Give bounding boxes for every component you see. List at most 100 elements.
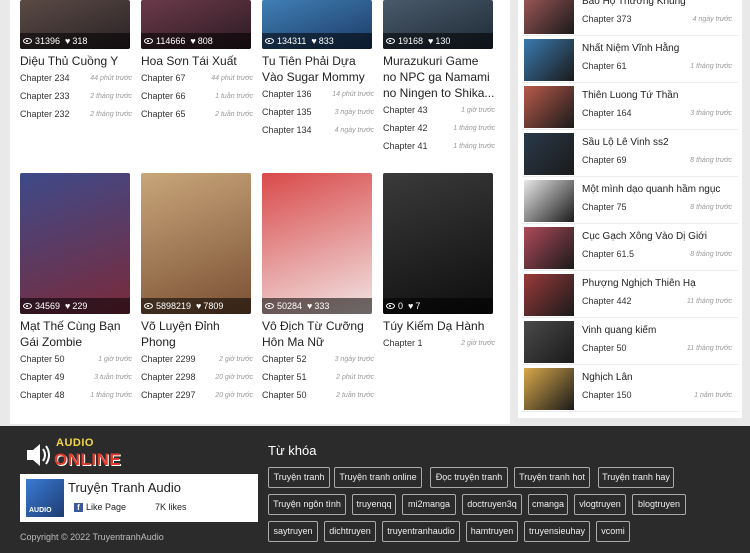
sidebar-title[interactable]: Nhất Niệm Vĩnh Hằng xyxy=(582,43,679,54)
manga-cover[interactable]: 0 ♥ 7 xyxy=(383,173,493,314)
sidebar-chapter[interactable]: Chapter 75 xyxy=(582,202,627,212)
manga-title[interactable]: Vô Địch Từ Cưỡng Hôn Ma Nữ xyxy=(262,318,374,350)
chapter-link[interactable]: Chapter 51 xyxy=(262,372,307,382)
chapter-link[interactable]: Chapter 41 xyxy=(383,141,428,151)
sidebar-thumbnail[interactable] xyxy=(524,368,574,410)
sidebar-thumbnail[interactable] xyxy=(524,180,574,222)
chapter-link[interactable]: Chapter 2298 xyxy=(141,372,196,382)
chapter-link[interactable]: Chapter 67 xyxy=(141,73,186,83)
manga-title[interactable]: Diệu Thủ Cuồng Y xyxy=(20,53,132,69)
chapter-link[interactable]: Chapter 234 xyxy=(20,73,70,83)
manga-card[interactable]: 5898219 ♥ 7809 Võ Luyện Đỉnh Phong Chapte… xyxy=(141,173,253,404)
chapter-link[interactable]: Chapter 49 xyxy=(20,372,65,382)
manga-title[interactable]: Mạt Thế Cùng Bạn Gái Zombie xyxy=(20,318,132,350)
sidebar-chapter[interactable]: Chapter 442 xyxy=(582,296,632,306)
manga-cover[interactable]: 31396 ♥ 318 xyxy=(20,0,130,49)
sidebar-title[interactable]: Thiên Luong Tứ Thần xyxy=(582,90,678,101)
manga-cover[interactable]: 5898219 ♥ 7809 xyxy=(141,173,251,314)
sidebar-thumbnail[interactable] xyxy=(524,274,574,316)
sidebar-chapter[interactable]: Chapter 61.5 xyxy=(582,249,634,259)
chapter-link[interactable]: Chapter 50 xyxy=(262,390,307,400)
chapter-link[interactable]: Chapter 233 xyxy=(20,91,70,101)
sidebar-title[interactable]: Sầu Lộ Lê Vinh ss2 xyxy=(582,137,669,148)
chapter-row[interactable]: Chapter 50 1 giờ trước xyxy=(20,350,132,368)
manga-card[interactable]: 31396 ♥ 318 Diệu Thủ Cuồng Y Chapter 234 4… xyxy=(20,0,132,123)
sidebar-item[interactable]: Một mình dạo quanh hầm ngục Chapter 75 8 t… xyxy=(522,178,738,224)
keyword-tag[interactable]: Truyện tranh online xyxy=(334,467,422,488)
chapter-link[interactable]: Chapter 1 xyxy=(383,338,423,348)
chapter-row[interactable]: Chapter 135 3 ngày trước xyxy=(262,103,374,121)
sidebar-chapter[interactable]: Chapter 373 xyxy=(582,14,632,24)
sidebar-item[interactable]: Cục Gạch Xông Vào Dị Giới Chapter 61.5 8 t… xyxy=(522,225,738,271)
chapter-row[interactable]: Chapter 65 2 tuần trước xyxy=(141,105,253,123)
sidebar-title[interactable]: Phượng Nghịch Thiên Hạ xyxy=(582,278,696,289)
sidebar-item[interactable]: Bảo Hộ Thương Khung Chapter 373 4 ngày trư… xyxy=(522,0,738,36)
keyword-tag[interactable]: mi2manga xyxy=(402,494,456,515)
sidebar-item[interactable]: Sầu Lộ Lê Vinh ss2 Chapter 69 8 tháng trướ… xyxy=(522,131,738,177)
sidebar-title[interactable]: Cục Gạch Xông Vào Dị Giới xyxy=(582,231,707,242)
manga-cover[interactable]: 134311 ♥ 833 xyxy=(262,0,372,49)
chapter-link[interactable]: Chapter 2297 xyxy=(141,390,196,400)
chapter-row[interactable]: Chapter 2298 20 giờ trước xyxy=(141,368,253,386)
sidebar-title[interactable]: Vinh quang kiếm xyxy=(582,325,656,336)
sidebar-thumbnail[interactable] xyxy=(524,86,574,128)
sidebar-chapter[interactable]: Chapter 61 xyxy=(582,61,627,71)
keyword-tag[interactable]: blogtruyen xyxy=(632,494,686,515)
chapter-row[interactable]: Chapter 51 2 phút trước xyxy=(262,368,374,386)
chapter-row[interactable]: Chapter 41 1 tháng trước xyxy=(383,137,495,155)
sidebar-title[interactable]: Nghịch Lân xyxy=(582,372,633,383)
chapter-row[interactable]: Chapter 67 44 phút trước xyxy=(141,69,253,87)
manga-title[interactable]: Túy Kiếm Dạ Hành xyxy=(383,318,495,334)
chapter-row[interactable]: Chapter 234 44 phút trước xyxy=(20,69,132,87)
keyword-tag[interactable]: Đọc truyện tranh xyxy=(430,467,508,488)
keyword-tag[interactable]: cmanga xyxy=(528,494,568,515)
site-logo[interactable]: AUDIO ONLINE xyxy=(24,436,134,472)
sidebar-chapter[interactable]: Chapter 69 xyxy=(582,155,627,165)
sidebar-title[interactable]: Bảo Hộ Thương Khung xyxy=(582,0,686,7)
manga-card[interactable]: 114666 ♥ 808 Hoa Sơn Tái Xuất Chapter 67 4… xyxy=(141,0,253,123)
keyword-tag[interactable]: Truyện tranh hay xyxy=(598,467,674,488)
keyword-tag[interactable]: Truyện tranh hot xyxy=(514,467,590,488)
chapter-link[interactable]: Chapter 42 xyxy=(383,123,428,133)
manga-cover[interactable]: 50284 ♥ 333 xyxy=(262,173,372,314)
manga-card[interactable]: 0 ♥ 7 Túy Kiếm Dạ Hành Chapter 1 2 giờ trư… xyxy=(383,173,495,352)
chapter-link[interactable]: Chapter 43 xyxy=(383,105,428,115)
sidebar-thumbnail[interactable] xyxy=(524,39,574,81)
keyword-tag[interactable]: doctruyen3q xyxy=(462,494,522,515)
sidebar-chapter[interactable]: Chapter 50 xyxy=(582,343,627,353)
chapter-row[interactable]: Chapter 49 3 tuần trước xyxy=(20,368,132,386)
manga-title[interactable]: Võ Luyện Đỉnh Phong xyxy=(141,318,253,350)
manga-card[interactable]: 34569 ♥ 229 Mạt Thế Cùng Bạn Gái Zombie C… xyxy=(20,173,132,404)
chapter-row[interactable]: Chapter 42 1 tháng trước xyxy=(383,119,495,137)
keyword-tag[interactable]: Truyện ngôn tình xyxy=(268,494,346,515)
sidebar-thumbnail[interactable] xyxy=(524,321,574,363)
manga-cover[interactable]: 19168 ♥ 130 xyxy=(383,0,493,49)
sidebar-thumbnail[interactable] xyxy=(524,227,574,269)
manga-card[interactable]: 134311 ♥ 833 Tu Tiên Phải Dựa Vào Sugar M… xyxy=(262,0,374,139)
sidebar-thumbnail[interactable] xyxy=(524,133,574,175)
facebook-page-name[interactable]: Truyện Tranh Audio xyxy=(68,480,181,495)
sidebar-title[interactable]: Một mình dạo quanh hầm ngục xyxy=(582,184,720,195)
chapter-link[interactable]: Chapter 65 xyxy=(141,109,186,119)
keyword-tag[interactable]: truyentranhaudio xyxy=(382,521,460,542)
manga-title[interactable]: Murazukuri Game no NPC ga Namami no Ning… xyxy=(383,53,495,101)
chapter-row[interactable]: Chapter 52 3 ngày trước xyxy=(262,350,374,368)
like-page-button[interactable]: f Like Page xyxy=(74,502,126,512)
manga-card[interactable]: 50284 ♥ 333 Vô Địch Từ Cưỡng Hôn Ma Nữ Ch… xyxy=(262,173,374,404)
chapter-link[interactable]: Chapter 52 xyxy=(262,354,307,364)
keyword-tag[interactable]: vcomi xyxy=(596,521,630,542)
facebook-page-thumbnail[interactable]: AUDIO xyxy=(26,479,64,517)
manga-title[interactable]: Hoa Sơn Tái Xuất xyxy=(141,53,253,69)
manga-title[interactable]: Tu Tiên Phải Dựa Vào Sugar Mommy xyxy=(262,53,374,85)
sidebar-chapter[interactable]: Chapter 150 xyxy=(582,390,632,400)
manga-cover[interactable]: 114666 ♥ 808 xyxy=(141,0,251,49)
chapter-row[interactable]: Chapter 2299 2 giờ trước xyxy=(141,350,253,368)
keyword-tag[interactable]: truyensieuhay xyxy=(524,521,590,542)
chapter-row[interactable]: Chapter 48 1 tháng trước xyxy=(20,386,132,404)
sidebar-item[interactable]: Thiên Luong Tứ Thần Chapter 164 3 tháng tr… xyxy=(522,84,738,130)
chapter-link[interactable]: Chapter 136 xyxy=(262,89,312,99)
chapter-row[interactable]: Chapter 50 2 tuần trước xyxy=(262,386,374,404)
chapter-row[interactable]: Chapter 136 14 phút trước xyxy=(262,85,374,103)
manga-card[interactable]: 19168 ♥ 130 Murazukuri Game no NPC ga Nam… xyxy=(383,0,495,155)
chapter-link[interactable]: Chapter 232 xyxy=(20,109,70,119)
